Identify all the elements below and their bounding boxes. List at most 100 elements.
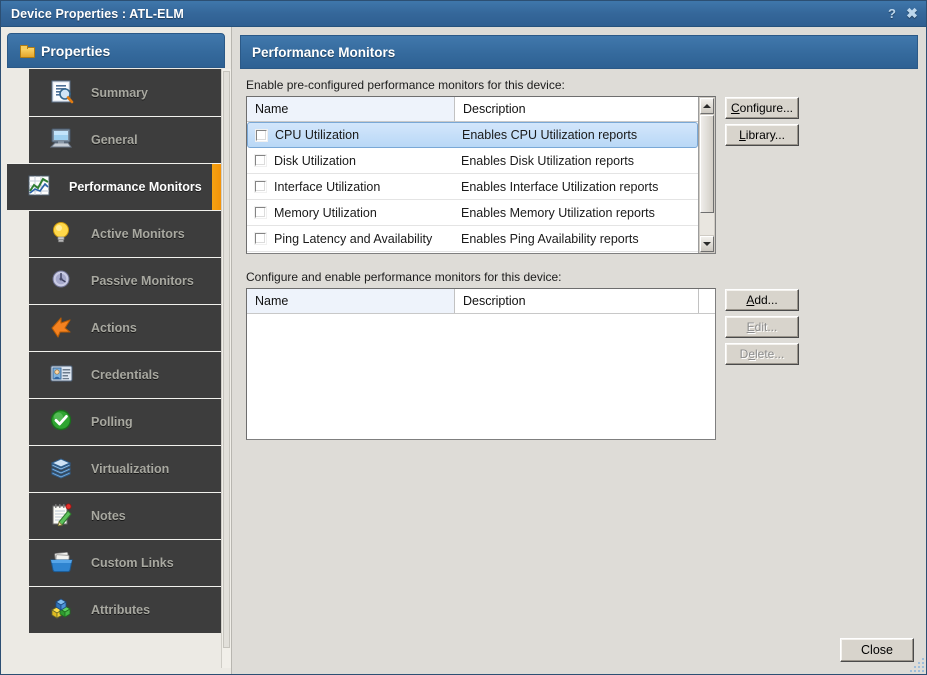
row-checkbox[interactable]: [255, 155, 266, 166]
window-body: Properties Summary General Performance Mon…: [1, 27, 926, 674]
sidebar-item-custom-links[interactable]: Custom Links: [29, 539, 225, 586]
row-checkbox[interactable]: [255, 233, 266, 244]
sidebar-item-label: Custom Links: [91, 556, 174, 570]
notepad-pencil-icon: [49, 502, 77, 530]
column-header-description[interactable]: Description: [455, 289, 699, 313]
colored-cubes-icon: [49, 596, 77, 624]
scroll-down-arrow-icon[interactable]: [700, 236, 714, 252]
row-name-label: Interface Utilization: [274, 179, 381, 194]
row-description-cell: Enables Ping Availability reports: [461, 231, 639, 246]
configurable-row: Name Description Add... Edit... De lete...: [246, 288, 918, 440]
configured-list-header: Name Description: [247, 289, 715, 314]
sidebar-item-credentials[interactable]: Credentials: [29, 351, 225, 398]
sidebar-item-label: Actions: [91, 321, 137, 335]
row-description-cell: Enables Memory Utilization reports: [461, 205, 655, 220]
scrollbar-thumb[interactable]: [700, 115, 714, 213]
add-button[interactable]: Add...: [725, 289, 799, 311]
sidebar-item-notes[interactable]: Notes: [29, 492, 225, 539]
preconfigured-label: Enable pre-configured performance monito…: [246, 78, 565, 92]
configurable-label: Configure and enable performance monitor…: [246, 270, 562, 284]
table-row[interactable]: CPU Utilization Enables CPU Utilization r…: [247, 122, 698, 148]
row-name-label: CPU Utilization: [275, 128, 360, 142]
properties-sidebar: Properties Summary General Performance Mon…: [1, 27, 232, 674]
sidebar-item-active-monitors[interactable]: Active Monitors: [29, 210, 225, 257]
table-row[interactable]: Interface Utilization Enables Interface U…: [247, 174, 698, 200]
row-checkbox[interactable]: [256, 129, 267, 141]
preconfigured-list-header: Name Description: [247, 97, 715, 122]
folder-icon: [20, 44, 35, 58]
column-header-description[interactable]: Description: [455, 97, 699, 121]
page-title: Performance Monitors: [252, 44, 396, 60]
chart-graph-icon: [27, 173, 55, 201]
sidebar-item-performance-monitors[interactable]: Performance Monitors: [7, 163, 225, 210]
sidebar-header: Properties: [7, 33, 225, 68]
main-pane: Performance Monitors Enable pre-configur…: [232, 27, 926, 674]
preconfigured-list-scrollbar[interactable]: [698, 97, 715, 253]
help-icon[interactable]: ?: [882, 4, 902, 24]
row-name-cell: Disk Utilization: [247, 154, 455, 168]
sidebar-item-label: Virtualization: [91, 462, 170, 476]
table-row[interactable]: Ping Latency and Availability Enables Pin…: [247, 226, 698, 252]
sidebar-item-virtualization[interactable]: Virtualization: [29, 445, 225, 492]
library-button[interactable]: Library...: [725, 124, 799, 146]
main-header: Performance Monitors: [240, 35, 918, 69]
sidebar-item-label: Attributes: [91, 603, 151, 617]
configure-button[interactable]: Configure...: [725, 97, 799, 119]
sidebar-item-label: Notes: [91, 509, 126, 523]
row-name-cell: Interface Utilization: [247, 180, 455, 194]
row-checkbox[interactable]: [255, 207, 266, 218]
row-description-cell: Enables CPU Utilization reports: [462, 128, 638, 142]
close-button-wrap: Close: [840, 638, 914, 662]
row-name-cell: Memory Utilization: [247, 206, 455, 220]
sidebar-item-label: Active Monitors: [91, 227, 185, 241]
resize-grip[interactable]: [910, 658, 924, 672]
scroll-up-arrow-icon[interactable]: [700, 98, 714, 114]
configured-monitors-list[interactable]: Name Description: [246, 288, 716, 440]
edit-button: Edit...: [725, 316, 799, 338]
sidebar-item-label: General: [91, 133, 138, 147]
preconfigured-monitors-list[interactable]: Name Description CPU Utilization Enables …: [246, 96, 716, 254]
configured-list-body: [247, 314, 715, 439]
close-icon[interactable]: ✖: [902, 4, 922, 24]
preconfigured-row: Name Description CPU Utilization Enables …: [246, 96, 918, 254]
sidebar-item-attributes[interactable]: Attributes: [29, 586, 225, 633]
device-properties-window: Device Properties : ATL-ELM ? ✖ Properti…: [0, 0, 927, 675]
stacked-disks-icon: [49, 455, 77, 483]
delete-button: De lete...: [725, 343, 799, 365]
summary-report-icon: [49, 79, 77, 107]
table-row[interactable]: Disk Utilization Enables Disk Utilization…: [247, 148, 698, 174]
row-description-cell: Enables Disk Utilization reports: [461, 153, 634, 168]
column-header-name[interactable]: Name: [247, 97, 455, 121]
configured-button-column: Add... Edit... De lete...: [725, 288, 799, 370]
sidebar-item-label: Summary: [91, 85, 148, 100]
title-bar: Device Properties : ATL-ELM ? ✖: [1, 1, 926, 27]
table-row[interactable]: Memory Utilization Enables Memory Utiliza…: [247, 200, 698, 226]
row-name-cell: Ping Latency and Availability: [247, 232, 455, 246]
sidebar-scrollbar-thumb[interactable]: [223, 71, 230, 649]
orange-arrow-icon: [49, 314, 77, 342]
sidebar-item-general[interactable]: General: [29, 116, 225, 163]
row-name-label: Ping Latency and Availability: [274, 231, 433, 246]
sidebar-item-label: Polling: [91, 415, 133, 429]
row-name-label: Memory Utilization: [274, 205, 377, 220]
window-title: Device Properties : ATL-ELM: [11, 6, 184, 21]
column-header-name[interactable]: Name: [247, 289, 455, 313]
green-check-circle-icon: [49, 408, 77, 436]
row-name-label: Disk Utilization: [274, 153, 356, 168]
row-name-cell: CPU Utilization: [248, 128, 456, 142]
preconfigured-list-body: CPU Utilization Enables CPU Utilization r…: [247, 122, 698, 253]
row-checkbox[interactable]: [255, 181, 266, 192]
sidebar-item-summary[interactable]: Summary: [29, 69, 225, 116]
preconfigured-button-column: Configure... Library...: [725, 96, 799, 151]
sidebar-item-label: Performance Monitors: [69, 180, 202, 194]
sidebar-nav: Summary General Performance Monitors Active…: [7, 68, 225, 668]
card-file-box-icon: [49, 549, 77, 577]
sidebar-scrollbar[interactable]: [221, 69, 231, 668]
sidebar-item-actions[interactable]: Actions: [29, 304, 225, 351]
monitor-computer-icon: [49, 126, 77, 154]
close-button[interactable]: Close: [840, 638, 914, 662]
lightbulb-icon: [49, 220, 77, 248]
satellite-dish-icon: [49, 267, 77, 295]
sidebar-item-passive-monitors[interactable]: Passive Monitors: [29, 257, 225, 304]
sidebar-item-polling[interactable]: Polling: [29, 398, 225, 445]
